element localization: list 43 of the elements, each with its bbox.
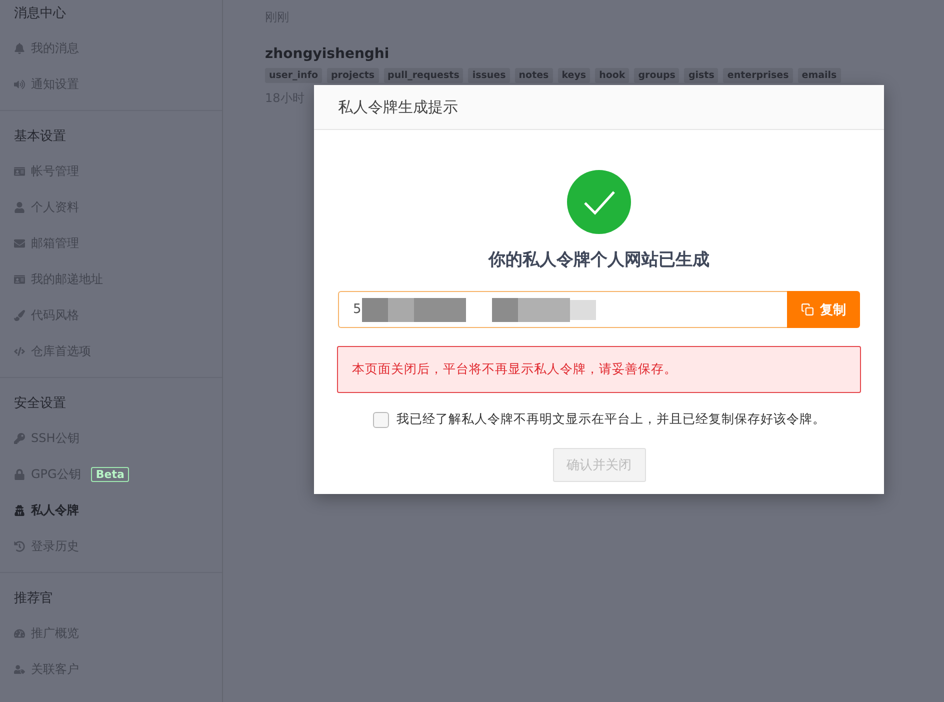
user-icon [14,202,25,212]
checkbox-label: 我已经了解私人令牌不再明文显示在平台上，并且已经复制保存好该令牌。 [396,411,826,428]
dialog-heading: 你的私人令牌个人网站已生成 [488,249,710,271]
bell-icon [14,42,25,54]
gauge-icon [14,628,25,638]
envelope-icon [14,238,25,248]
scope-tag: enterprises [723,68,793,83]
lock-icon [14,468,25,480]
scope-tag: gists [684,68,718,83]
section-title: 消息中心 [13,5,67,23]
beta-badge: Beta [90,466,130,482]
speaker-icon [14,78,25,90]
user-secret-icon [14,504,25,516]
scope-tag: projects [326,68,379,83]
scope-tag: user_info [265,68,322,83]
section-title: 安全设置 [13,395,67,413]
scope-tag: emails [798,68,841,83]
scope-tag: pull_requests [384,68,464,83]
section-title: 推荐官 [13,590,54,608]
brush-icon [14,310,25,320]
history-icon [14,540,25,552]
section-title: 基本设置 [13,128,67,146]
copy-button[interactable]: 复制 [787,291,860,328]
token-field[interactable]: 5 [338,291,787,328]
scope-tag: groups [634,68,680,83]
scope-tag: notes [514,68,553,83]
user-tag-icon [14,664,25,674]
scope-tag: hook [595,68,630,83]
scope-tag: keys [558,68,590,83]
key-icon [14,432,25,444]
id-card-icon [14,166,25,176]
dialog-title: 私人令牌生成提示 [314,85,884,130]
checkbox[interactable] [372,412,388,428]
code-icon [14,346,25,356]
success-check-icon [567,170,631,234]
token-name: zhongyishenghi [265,46,390,62]
sidebar-item[interactable]: 私人令牌 [0,492,222,528]
copy-icon [801,303,814,316]
warning-alert: 本页面关闭后，平台将不再显示私人令牌，请妥善保存。 [337,346,861,393]
id-card-icon [14,274,25,284]
sidebar-item-label: 私人令牌 [31,502,79,518]
scope-tag: issues [468,68,510,83]
token-value: 5 [353,302,362,317]
